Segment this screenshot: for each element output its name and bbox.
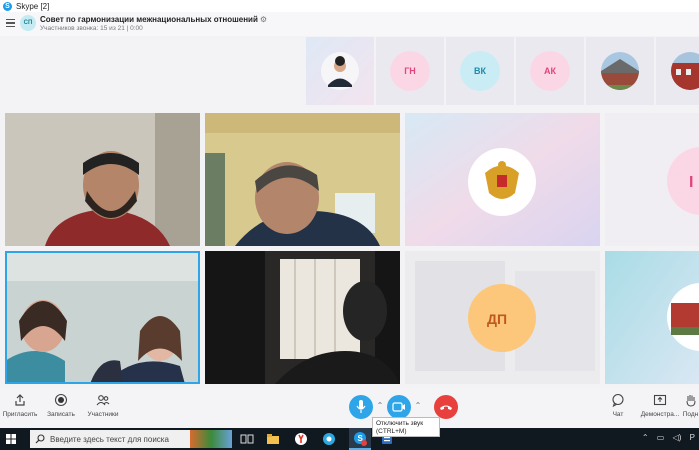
- participant-video-7: ДП: [405, 251, 600, 384]
- camera-button[interactable]: [387, 395, 411, 419]
- video-tile-3[interactable]: [405, 113, 600, 246]
- participant-photo-icon: [601, 52, 639, 90]
- search-highlight-image: [190, 430, 232, 448]
- windows-taskbar: S ⌃ ▭ ◁) Р: [0, 428, 699, 450]
- participant-video-4: I: [605, 113, 699, 246]
- invite-button[interactable]: Пригласить: [2, 393, 38, 418]
- windows-start-icon[interactable]: [6, 434, 16, 444]
- people-icon: [96, 395, 110, 406]
- hang-up-button[interactable]: [434, 395, 458, 419]
- mic-options-chevron-icon[interactable]: ⌃: [375, 401, 385, 411]
- raise-hand-label: Подн: [682, 411, 699, 418]
- skype-window: S Skype [2] СП Совет по гармонизации меж…: [0, 0, 699, 450]
- yandex-browser-icon[interactable]: [294, 432, 308, 446]
- microphone-icon: [356, 400, 366, 413]
- chat-bubble-icon: [612, 393, 624, 407]
- participant-thumb-6[interactable]: [656, 37, 699, 105]
- microphone-button[interactable]: [349, 395, 373, 419]
- participant-video-6: [205, 251, 400, 384]
- call-header: СП Совет по гармонизации межнациональных…: [0, 12, 699, 36]
- video-tile-7[interactable]: ДП: [405, 251, 600, 384]
- skype-logo-icon: S: [3, 1, 12, 11]
- call-toolbar: Пригласить Записать Участники ⌃ ⌃ Чат Де…: [0, 387, 699, 428]
- menu-icon[interactable]: [6, 19, 15, 28]
- tile-initials: I: [689, 174, 693, 191]
- hand-icon: [686, 395, 695, 407]
- participant-thumb-3[interactable]: ВК: [446, 37, 514, 105]
- participant-initials: ВК: [460, 51, 500, 91]
- title-bar: S Skype [2]: [0, 0, 699, 12]
- participant-thumb-4[interactable]: АК: [516, 37, 584, 105]
- participant-video-8: [605, 251, 699, 384]
- tile-initials: ДП: [487, 311, 507, 327]
- participant-video-2: [205, 113, 400, 246]
- chat-button[interactable]: Чат: [608, 393, 628, 418]
- task-view-icon[interactable]: [240, 432, 254, 446]
- conversation-title[interactable]: Совет по гармонизации межнациональных от…: [40, 15, 267, 24]
- settings-gear-icon[interactable]: ⚙: [260, 15, 267, 24]
- screen-share-label: Демонстра...: [640, 411, 680, 418]
- chat-label: Чат: [612, 411, 624, 418]
- participant-photo-icon: [671, 52, 699, 90]
- conversation-title-text: Совет по гармонизации межнациональных от…: [40, 15, 258, 24]
- hang-up-icon: [440, 405, 452, 410]
- tooltip-shortcut: (CTRL+M): [376, 428, 407, 435]
- video-tile-5[interactable]: [5, 251, 200, 384]
- raise-hand-button[interactable]: Подн: [682, 393, 699, 418]
- video-tile-4[interactable]: I: [605, 113, 699, 246]
- participant-thumb-5[interactable]: [586, 37, 654, 105]
- video-tile-8[interactable]: [605, 251, 699, 384]
- taskbar-search-input[interactable]: [50, 434, 200, 444]
- system-tray: ⌃ ▭ ◁) Р: [642, 433, 695, 442]
- browser-icon[interactable]: [322, 432, 336, 446]
- video-tile-1[interactable]: [5, 113, 200, 246]
- tray-expand-chevron-icon[interactable]: ⌃: [642, 433, 649, 442]
- participant-initials: АК: [530, 51, 570, 91]
- video-tile-2[interactable]: [205, 113, 400, 246]
- skype-taskbar-icon: S: [354, 432, 367, 446]
- mute-tooltip: Отключить звук (CTRL+M): [372, 417, 440, 437]
- record-label: Записать: [47, 411, 75, 418]
- group-avatar[interactable]: СП: [20, 15, 36, 31]
- screen-share-button[interactable]: Демонстра...: [638, 393, 682, 418]
- video-camera-icon: [392, 402, 405, 412]
- screen-share-icon: [653, 394, 667, 406]
- participant-thumb-1[interactable]: [306, 37, 374, 105]
- window-title: Skype [2]: [16, 1, 50, 11]
- search-icon: [35, 434, 45, 444]
- participant-video-1: [5, 113, 200, 246]
- participants-label: Участники: [87, 411, 119, 418]
- tooltip-text: Отключить звук: [376, 420, 424, 427]
- participant-initials: ГН: [390, 51, 430, 91]
- file-explorer-icon[interactable]: [266, 432, 280, 446]
- language-indicator[interactable]: Р: [690, 433, 695, 442]
- video-tile-6[interactable]: [205, 251, 400, 384]
- participant-video-3: [405, 113, 600, 246]
- record-button[interactable]: Записать: [44, 393, 78, 418]
- network-icon[interactable]: ▭: [657, 433, 665, 442]
- call-participants-count: Участников звонка: 15 из 21 | 0:00: [40, 25, 143, 32]
- participant-video-5: [5, 251, 200, 384]
- volume-icon[interactable]: ◁): [673, 433, 682, 442]
- participants-button[interactable]: Участники: [84, 393, 122, 418]
- participant-photo-icon: [321, 52, 359, 90]
- invite-label: Пригласить: [2, 411, 38, 418]
- share-up-icon: [15, 394, 25, 406]
- camera-options-chevron-icon[interactable]: ⌃: [413, 401, 423, 411]
- participant-thumb-2[interactable]: ГН: [376, 37, 444, 105]
- record-icon: [54, 393, 68, 407]
- taskbar-skype-active[interactable]: S: [349, 428, 371, 450]
